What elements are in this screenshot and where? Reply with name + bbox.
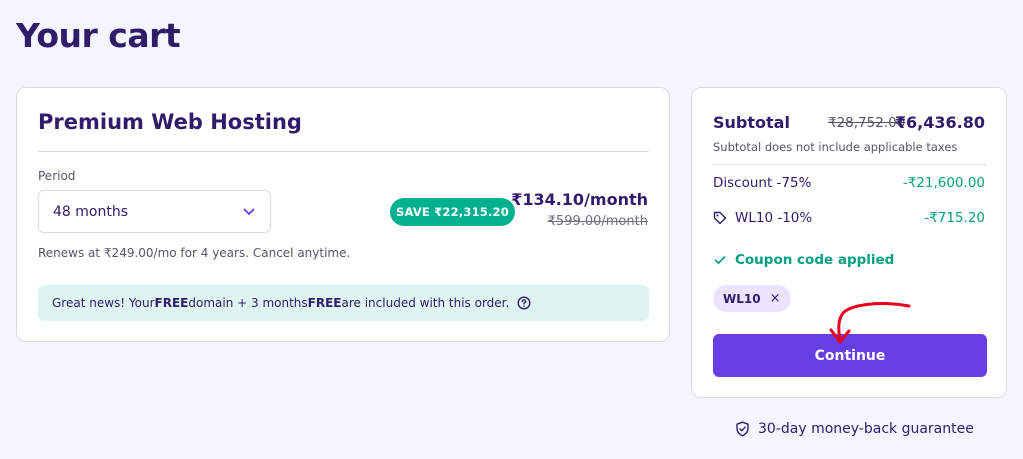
discount-value: -₹21,600.00 [902, 175, 985, 191]
chevron-down-icon [242, 205, 256, 219]
product-title: Premium Web Hosting [38, 110, 302, 134]
help-icon[interactable] [517, 296, 531, 310]
price-per-month: ₹134.10/month [511, 190, 648, 209]
renewal-text: Renews at ₹249.00/mo for 4 years. Cancel… [38, 246, 351, 260]
subtotal-label: Subtotal [713, 113, 790, 132]
banner-text-3: are included with this order. [341, 296, 510, 310]
coupon-label: WL10 -10% [735, 210, 813, 226]
order-summary-card: Subtotal ₹28,752.00 ₹6,436.80 Subtotal d… [691, 87, 1007, 398]
shield-icon [735, 421, 750, 437]
divider [713, 164, 987, 165]
banner-text-1: Great news! Your [52, 296, 155, 310]
period-label: Period [38, 169, 76, 183]
subtotal-price: ₹6,436.80 [894, 113, 985, 132]
check-icon [713, 253, 727, 267]
period-select[interactable]: 48 months [38, 190, 271, 233]
remove-coupon-icon[interactable]: × [770, 291, 781, 306]
subtotal-note: Subtotal does not include applicable tax… [713, 140, 958, 154]
period-value: 48 months [53, 203, 128, 220]
money-back-guarantee: 30-day money-back guarantee [735, 421, 974, 437]
product-card: Premium Web Hosting Period 48 months SAV… [16, 87, 670, 342]
discount-label: Discount -75% [713, 175, 812, 191]
coupon-chip: WL10 × [713, 285, 791, 312]
banner-text-2: domain + 3 months [188, 296, 308, 310]
subtotal-old-price: ₹28,752.00 [828, 115, 906, 131]
free-domain-banner: Great news! Your FREE domain + 3 months … [38, 285, 649, 321]
coupon-chip-label: WL10 [723, 291, 761, 306]
banner-free-1: FREE [154, 296, 189, 310]
coupon-applied-text: Coupon code applied [735, 252, 895, 268]
page-title: Your cart [16, 16, 181, 55]
original-price: ₹599.00/month [547, 214, 648, 229]
tag-icon [713, 211, 727, 225]
guarantee-text: 30-day money-back guarantee [758, 421, 974, 437]
coupon-applied-status: Coupon code applied [713, 252, 894, 268]
save-badge: SAVE ₹22,315.20 [390, 198, 515, 226]
divider [38, 151, 649, 152]
coupon-row: WL10 -10% [713, 210, 812, 226]
coupon-value: -₹715.20 [924, 210, 985, 226]
banner-free-2: FREE [307, 296, 342, 310]
continue-button[interactable]: Continue [713, 334, 987, 377]
